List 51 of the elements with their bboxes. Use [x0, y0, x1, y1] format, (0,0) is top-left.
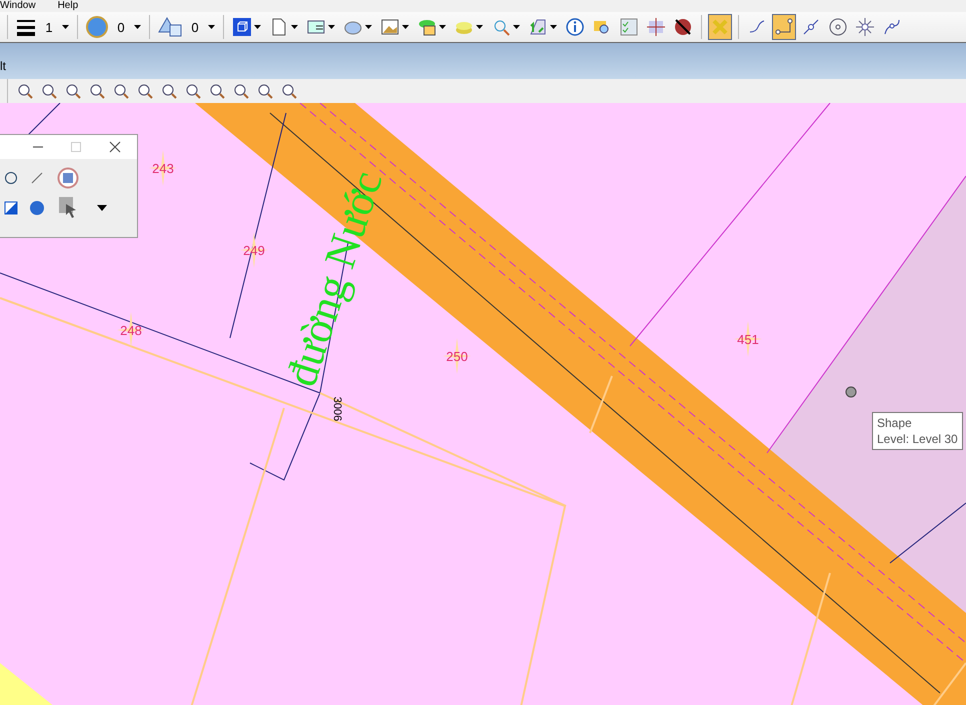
- parcel-number: 249: [243, 243, 265, 258]
- caret-icon: [550, 25, 557, 29]
- caret-icon: [328, 25, 335, 29]
- toolbar-combo[interactable]: 0: [156, 16, 217, 38]
- caret-icon: [402, 25, 409, 29]
- caret-icon: [513, 25, 520, 29]
- star-icon: [856, 18, 874, 36]
- circle-icon: [4, 171, 18, 185]
- toolbar-combo[interactable]: 0: [84, 16, 143, 38]
- delete-icon: [711, 18, 729, 36]
- cube-icon: [233, 18, 251, 36]
- caret-icon: [134, 25, 141, 29]
- no-entry-icon: [674, 18, 692, 36]
- crosshair-icon: [647, 18, 665, 36]
- line-weight-icon: [16, 18, 36, 36]
- caret-icon: [97, 205, 107, 211]
- tooltip-line: Level: Level 30: [877, 431, 958, 447]
- menu-item[interactable]: Window: [0, 1, 36, 11]
- info-icon: [566, 18, 584, 36]
- menu-item[interactable]: Help: [58, 1, 78, 11]
- line-point-icon: [802, 18, 820, 36]
- shapes-icon: [158, 16, 182, 38]
- maximize-icon: [71, 142, 81, 152]
- caret-icon: [476, 25, 483, 29]
- caret-icon: [291, 25, 298, 29]
- tooltip-line: Shape: [877, 415, 913, 431]
- folder-search-icon: [593, 18, 611, 36]
- table-icon: [307, 18, 325, 36]
- picture-icon: [381, 18, 399, 36]
- checklist-icon: [620, 18, 638, 36]
- target-icon: [829, 18, 847, 36]
- toolbar-combo[interactable]: 1: [14, 18, 71, 36]
- stack-icon: [418, 18, 436, 36]
- view-title: lt: [0, 59, 6, 73]
- dotted-grid-icon: [775, 18, 793, 36]
- line-icon: [30, 171, 44, 185]
- caret-icon: [208, 25, 215, 29]
- parcel-marker: [240, 232, 268, 268]
- caret-icon: [254, 25, 261, 29]
- caret-icon: [62, 25, 69, 29]
- arrows-icon: [529, 18, 547, 36]
- cursor-icon: [58, 196, 78, 220]
- dimension-label: 3006: [331, 396, 343, 422]
- close-icon: [109, 141, 121, 153]
- caret-icon: [365, 25, 372, 29]
- magnifier-icon: [492, 18, 510, 36]
- filled-square-icon: [4, 201, 18, 215]
- road-label: đường Nước: [276, 165, 392, 392]
- curve-point-icon: [883, 18, 901, 36]
- document-icon: [270, 18, 288, 36]
- caret-icon: [439, 25, 446, 29]
